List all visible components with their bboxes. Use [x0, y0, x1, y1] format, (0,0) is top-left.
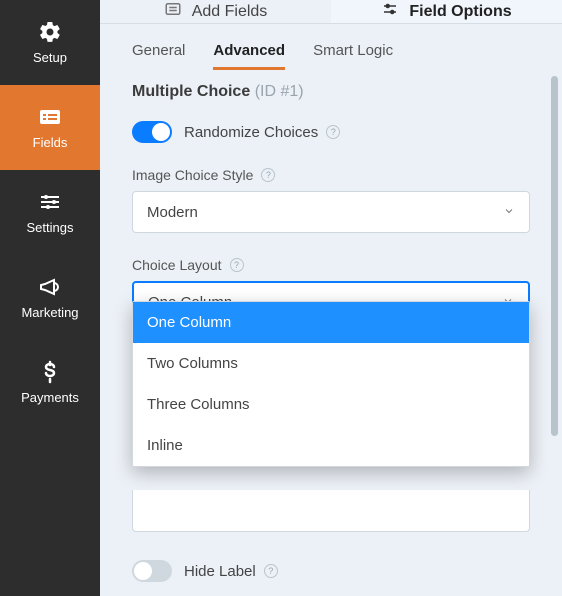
- sidebar-label: Payments: [21, 390, 79, 405]
- field-title: Multiple Choice (ID #1): [132, 83, 530, 101]
- choice-layout-label: Choice Layout ?: [132, 257, 530, 273]
- dropdown-option[interactable]: Inline: [133, 425, 529, 466]
- dropdown-option[interactable]: Three Columns: [133, 384, 529, 425]
- field-options-panel: Multiple Choice (ID #1) Randomize Choice…: [100, 71, 562, 596]
- main-panel: Add Fields Field Options General Advance…: [100, 0, 562, 596]
- sidebar-item-fields[interactable]: Fields: [0, 85, 100, 170]
- randomize-label: Randomize Choices ?: [184, 124, 340, 141]
- image-style-label-text: Image Choice Style: [132, 167, 253, 183]
- help-icon[interactable]: ?: [326, 125, 340, 139]
- list-icon: [38, 105, 62, 129]
- sidebar-item-settings[interactable]: Settings: [0, 170, 100, 255]
- bullhorn-icon: [38, 275, 62, 299]
- tab-label: Field Options: [409, 3, 511, 21]
- image-style-label: Image Choice Style ?: [132, 167, 530, 183]
- subtab-general[interactable]: General: [132, 42, 185, 70]
- randomize-toggle[interactable]: [132, 121, 172, 143]
- sidebar-label: Settings: [27, 220, 74, 235]
- image-style-value: Modern: [147, 204, 198, 221]
- chevron-down-icon: [503, 204, 515, 221]
- help-icon[interactable]: ?: [261, 168, 275, 182]
- sliders-icon: [38, 190, 62, 214]
- image-style-select[interactable]: Modern: [132, 191, 530, 233]
- sub-tabs: General Advanced Smart Logic: [100, 24, 562, 71]
- tab-label: Add Fields: [192, 3, 268, 21]
- dropdown-option[interactable]: Two Columns: [133, 343, 529, 384]
- hide-label-row: Hide Label ?: [132, 560, 530, 582]
- randomize-row: Randomize Choices ?: [132, 121, 530, 143]
- sidebar-item-payments[interactable]: Payments: [0, 340, 100, 425]
- choice-layout-dropdown: One Column Two Columns Three Columns Inl…: [132, 301, 530, 467]
- hide-label-toggle[interactable]: [132, 560, 172, 582]
- scrollbar-thumb[interactable]: [551, 76, 558, 436]
- below-dropdown-box: [132, 490, 530, 532]
- sidebar-label: Marketing: [21, 305, 78, 320]
- randomize-label-text: Randomize Choices: [184, 124, 318, 141]
- hide-label-text: Hide Label: [184, 563, 256, 580]
- help-icon[interactable]: ?: [230, 258, 244, 272]
- sidebar-label: Setup: [33, 50, 67, 65]
- sidebar-item-marketing[interactable]: Marketing: [0, 255, 100, 340]
- dollar-icon: [38, 360, 62, 384]
- tab-add-fields[interactable]: Add Fields: [100, 0, 331, 23]
- tab-field-options[interactable]: Field Options: [331, 0, 562, 23]
- gear-icon: [38, 20, 62, 44]
- subtab-smart-logic[interactable]: Smart Logic: [313, 42, 393, 70]
- choice-layout-label-text: Choice Layout: [132, 257, 222, 273]
- hide-label-label: Hide Label ?: [184, 563, 278, 580]
- sidebar-label: Fields: [33, 135, 68, 150]
- field-id: (ID #1): [255, 83, 304, 100]
- add-fields-icon: [164, 0, 182, 23]
- dropdown-option[interactable]: One Column: [133, 302, 529, 343]
- top-tabs: Add Fields Field Options: [100, 0, 562, 24]
- sidebar-item-setup[interactable]: Setup: [0, 0, 100, 85]
- subtab-advanced[interactable]: Advanced: [213, 42, 285, 70]
- field-options-icon: [381, 0, 399, 23]
- help-icon[interactable]: ?: [264, 564, 278, 578]
- sidebar: Setup Fields Settings Marketing Payments: [0, 0, 100, 596]
- field-name: Multiple Choice: [132, 83, 250, 100]
